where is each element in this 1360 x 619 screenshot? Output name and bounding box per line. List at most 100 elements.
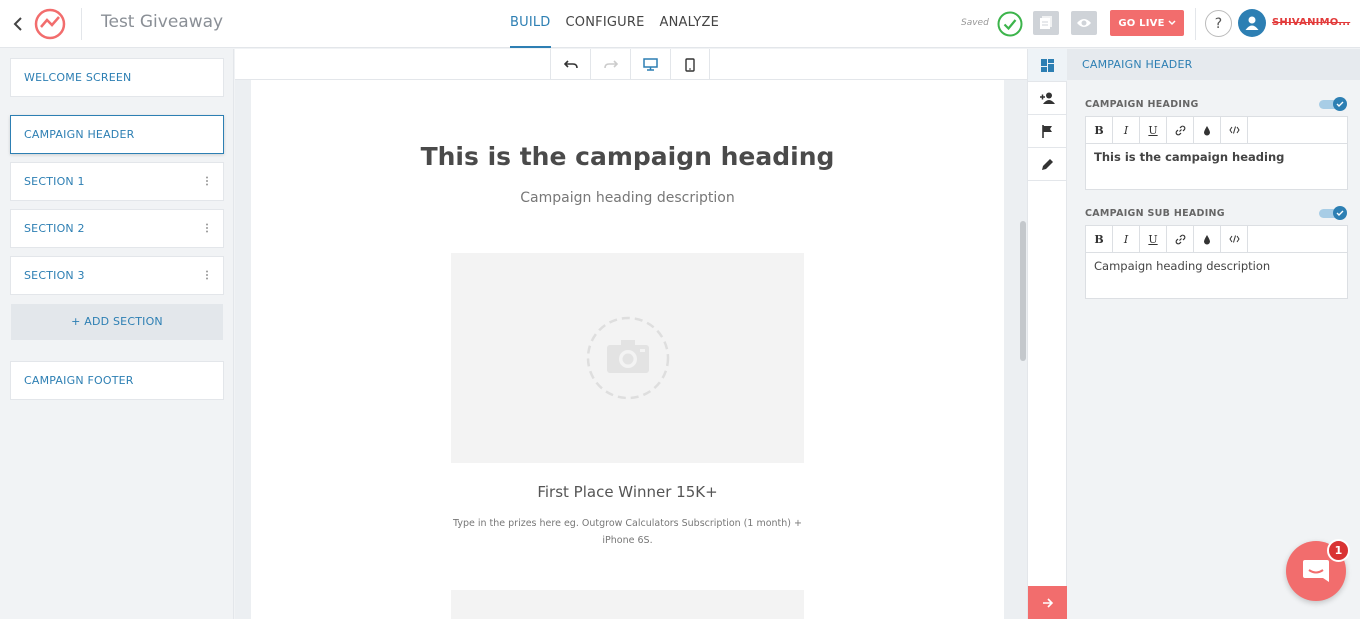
templates-icon xyxy=(1040,16,1052,29)
pencil-icon xyxy=(1042,158,1053,170)
canvas-scrollbar[interactable] xyxy=(1020,221,1026,361)
redo-button[interactable] xyxy=(590,49,630,80)
campaign-heading-editor: B I U This is the campaign heading xyxy=(1085,116,1348,190)
campaign-heading-toggle[interactable] xyxy=(1319,97,1347,111)
sections-sidebar: WELCOME SCREEN CAMPAIGN HEADER SECTION 1… xyxy=(0,49,234,619)
project-title[interactable]: Test Giveaway xyxy=(101,12,223,32)
divider xyxy=(81,8,82,40)
help-button[interactable]: ? xyxy=(1205,10,1232,37)
go-live-button[interactable]: GO LIVE xyxy=(1110,10,1184,36)
italic-button[interactable]: I xyxy=(1113,117,1140,143)
tab-configure[interactable]: CONFIGURE xyxy=(566,0,645,48)
campaign-description[interactable]: Campaign heading description xyxy=(251,190,1004,206)
check-icon xyxy=(1336,210,1344,216)
kebab-menu-icon[interactable] xyxy=(205,270,209,280)
properties-panel: CAMPAIGN HEADER CAMPAIGN HEADING B I U T… xyxy=(1067,49,1360,619)
droplet-icon xyxy=(1204,234,1210,244)
code-button[interactable] xyxy=(1221,117,1248,143)
sidebar-item-label: SECTION 2 xyxy=(24,222,85,235)
outgrow-logo-icon[interactable] xyxy=(33,7,67,41)
code-button[interactable] xyxy=(1221,226,1248,252)
dashboard-icon xyxy=(1041,58,1054,72)
undo-button[interactable] xyxy=(550,49,590,80)
color-button[interactable] xyxy=(1194,226,1221,252)
preview-button[interactable] xyxy=(1071,11,1097,35)
saved-check-icon xyxy=(997,11,1023,37)
tab-analyze[interactable]: ANALYZE xyxy=(660,0,720,48)
sidebar-item-label: SECTION 3 xyxy=(24,269,85,282)
check-icon xyxy=(1336,101,1344,107)
italic-button[interactable]: I xyxy=(1113,226,1140,252)
campaign-heading-label: CAMPAIGN HEADING xyxy=(1085,99,1199,110)
droplet-icon xyxy=(1204,125,1210,135)
flag-panel-button[interactable] xyxy=(1028,115,1067,148)
sidebar-item-section-1[interactable]: SECTION 1 xyxy=(10,162,224,201)
main-nav: BUILD CONFIGURE ANALYZE xyxy=(510,0,734,48)
editor-canvas: This is the campaign heading Campaign he… xyxy=(235,49,1027,619)
panel-title: CAMPAIGN HEADER xyxy=(1067,49,1360,80)
sidebar-item-campaign-header[interactable]: CAMPAIGN HEADER xyxy=(10,115,224,154)
layout-panel-button[interactable] xyxy=(1028,49,1067,82)
top-bar: Test Giveaway BUILD CONFIGURE ANALYZE Sa… xyxy=(0,0,1360,48)
editor-toolbar: B I U xyxy=(1086,226,1347,253)
campaign-heading-input[interactable]: This is the campaign heading xyxy=(1086,144,1347,170)
prize-image-placeholder[interactable] xyxy=(451,590,804,619)
next-button[interactable] xyxy=(1028,586,1067,619)
underline-button[interactable]: U xyxy=(1140,226,1167,252)
username[interactable]: SHIVANIMO... xyxy=(1272,17,1350,28)
campaign-sub-heading-input[interactable]: Campaign heading description xyxy=(1086,253,1347,279)
add-user-icon xyxy=(1040,92,1055,104)
sidebar-item-label: CAMPAIGN HEADER xyxy=(24,128,135,141)
redo-icon xyxy=(603,59,618,68)
chevron-down-icon xyxy=(1168,20,1176,26)
arrow-right-icon xyxy=(1042,597,1053,608)
kebab-menu-icon[interactable] xyxy=(205,223,209,233)
add-section-button[interactable]: + ADD SECTION xyxy=(11,304,223,340)
link-icon xyxy=(1175,125,1185,135)
lead-form-panel-button[interactable] xyxy=(1028,82,1067,115)
camera-icon xyxy=(586,316,669,400)
sidebar-item-label: CAMPAIGN FOOTER xyxy=(24,374,134,387)
campaign-sub-heading-label: CAMPAIGN SUB HEADING xyxy=(1085,208,1225,219)
sidebar-item-section-2[interactable]: SECTION 2 xyxy=(10,209,224,248)
sidebar-item-section-3[interactable]: SECTION 3 xyxy=(10,256,224,295)
campaign-sub-heading-editor: B I U Campaign heading description xyxy=(1085,225,1348,299)
sidebar-item-label: SECTION 1 xyxy=(24,175,85,188)
campaign-sub-heading-toggle[interactable] xyxy=(1319,206,1347,220)
sidebar-item-welcome-screen[interactable]: WELCOME SCREEN xyxy=(10,58,224,97)
undo-icon xyxy=(563,59,578,68)
go-live-label: GO LIVE xyxy=(1118,17,1165,29)
chat-notification-badge: 1 xyxy=(1327,539,1350,562)
divider xyxy=(1195,8,1196,40)
chat-icon xyxy=(1303,560,1329,582)
panel-icon-strip xyxy=(1027,49,1067,619)
mobile-view-button[interactable] xyxy=(670,49,710,80)
prize-description[interactable]: Type in the prizes here eg. Outgrow Calc… xyxy=(436,515,819,549)
link-icon xyxy=(1175,234,1185,244)
campaign-heading[interactable]: This is the campaign heading xyxy=(251,142,1004,171)
back-arrow-icon[interactable] xyxy=(10,14,28,34)
code-icon xyxy=(1228,235,1240,243)
kebab-menu-icon[interactable] xyxy=(205,176,209,186)
color-button[interactable] xyxy=(1194,117,1221,143)
link-button[interactable] xyxy=(1167,226,1194,252)
user-icon xyxy=(1245,16,1259,30)
bold-button[interactable]: B xyxy=(1086,226,1113,252)
bold-button[interactable]: B xyxy=(1086,117,1113,143)
underline-button[interactable]: U xyxy=(1140,117,1167,143)
desktop-view-button[interactable] xyxy=(630,49,670,80)
mobile-icon xyxy=(685,57,695,72)
link-button[interactable] xyxy=(1167,117,1194,143)
sidebar-item-campaign-footer[interactable]: CAMPAIGN FOOTER xyxy=(10,361,224,400)
tab-build[interactable]: BUILD xyxy=(510,0,551,48)
prize-image-placeholder[interactable] xyxy=(451,253,804,463)
help-icon: ? xyxy=(1214,15,1223,32)
code-icon xyxy=(1228,126,1240,134)
editor-toolbar: B I U xyxy=(1086,117,1347,144)
edit-panel-button[interactable] xyxy=(1028,148,1067,181)
flag-icon xyxy=(1042,124,1052,138)
templates-button[interactable] xyxy=(1033,11,1059,35)
avatar[interactable] xyxy=(1238,9,1266,37)
prize-title[interactable]: First Place Winner 15K+ xyxy=(251,483,1004,501)
canvas-toolbar xyxy=(235,49,1027,80)
